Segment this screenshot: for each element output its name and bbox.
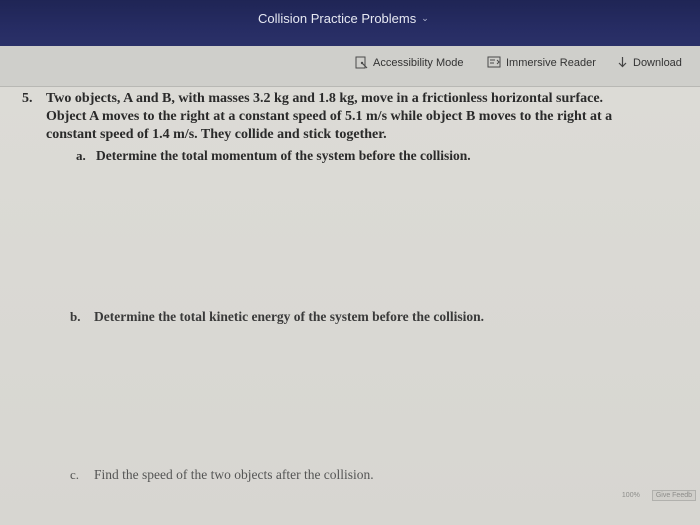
question-text-line-3: constant speed of 1.4 m/s. They collide … <box>46 127 387 142</box>
part-c-label: c. <box>70 467 80 482</box>
feedback-button[interactable]: Give Feedb <box>651 490 696 501</box>
document-content: 5. Two objects, A and B, with masses 3.2… <box>0 87 700 525</box>
accessibility-icon <box>355 56 368 69</box>
accessibility-mode-label: Accessibility Mode <box>373 56 464 69</box>
part-c-text: Find the speed of the two objects after … <box>94 467 374 482</box>
zoom-level[interactable]: 100% <box>622 492 640 499</box>
part-a-label: a. <box>76 148 86 163</box>
chevron-down-icon[interactable]: ⌄ <box>421 13 429 24</box>
title-bar: Collision Practice Problems ⌄ <box>0 0 700 46</box>
immersive-reader-button[interactable]: Immersive Reader <box>487 56 596 69</box>
document-title[interactable]: Collision Practice Problems <box>258 11 416 26</box>
download-label: Download <box>633 56 682 69</box>
question-number: 5. <box>22 91 33 106</box>
document-toolbar: Accessibility Mode Immersive Reader Down… <box>0 46 700 87</box>
question-text-line-1: Two objects, A and B, with masses 3.2 kg… <box>46 91 604 106</box>
question-text-line-2: Object A moves to the right at a constan… <box>46 109 613 124</box>
download-button[interactable]: Download <box>617 56 682 69</box>
download-icon <box>618 57 627 68</box>
immersive-reader-icon <box>487 56 501 68</box>
document-title-menu[interactable]: Collision Practice Problems ⌄ <box>258 11 429 26</box>
part-a-text: Determine the total momentum of the syst… <box>96 148 471 163</box>
accessibility-mode-button[interactable]: Accessibility Mode <box>355 56 463 69</box>
immersive-reader-label: Immersive Reader <box>506 56 596 69</box>
status-footer: 100% Give Feedb <box>622 490 696 501</box>
part-b-label: b. <box>70 309 81 324</box>
part-b-text: Determine the total kinetic energy of th… <box>94 309 485 324</box>
